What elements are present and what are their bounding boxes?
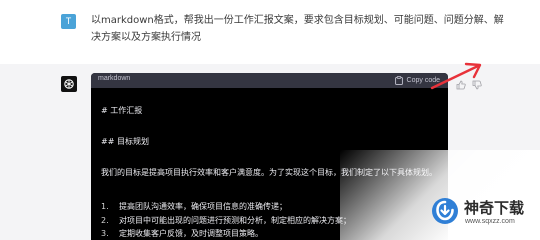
watermark-url: www.sqxzz.com <box>465 218 515 225</box>
clipboard-icon <box>394 76 403 85</box>
list-number: 3. <box>101 229 109 238</box>
list-item-text: 定期收集客户反馈，及时调整项目策略。 <box>119 229 263 238</box>
user-message-text: 以markdown格式，帮我出一份工作汇报文案，要求包含目标规划、可能问题、问题… <box>91 15 504 43</box>
list-item-text: 对项目中可能出现的问题进行预测和分析，制定相应的解决方案； <box>119 216 351 225</box>
user-message-row: T 以markdown格式，帮我出一份工作汇报文案，要求包含目标规划、可能问题、… <box>0 0 540 64</box>
watermark-logo-icon <box>432 198 458 224</box>
watermark-title: 神奇下载 <box>464 199 525 217</box>
user-avatar: T <box>61 14 76 29</box>
code-block-header: markdown Copy code <box>91 73 448 88</box>
list-item-text: 提高团队沟通效率，确保项目信息的准确传递； <box>119 202 287 211</box>
code-line: ## 目标规划 <box>101 137 149 146</box>
annotation-arrow-icon <box>430 62 482 90</box>
code-line: 1. 提高团队沟通效率，确保项目信息的准确传递； <box>101 201 287 212</box>
list-number: 2. <box>101 216 109 225</box>
code-language-label: markdown <box>98 75 131 82</box>
openai-logo-icon <box>64 79 74 89</box>
list-number: 1. <box>101 202 109 211</box>
code-line: # 工作汇报 <box>101 106 143 115</box>
assistant-avatar <box>61 76 77 92</box>
watermark: 神奇下载 www.sqxzz.com <box>423 192 540 240</box>
code-line: 2. 对项目中可能出现的问题进行预测和分析，制定相应的解决方案； <box>101 215 351 226</box>
code-line: 3. 定期收集客户反馈，及时调整项目策略。 <box>101 228 263 239</box>
